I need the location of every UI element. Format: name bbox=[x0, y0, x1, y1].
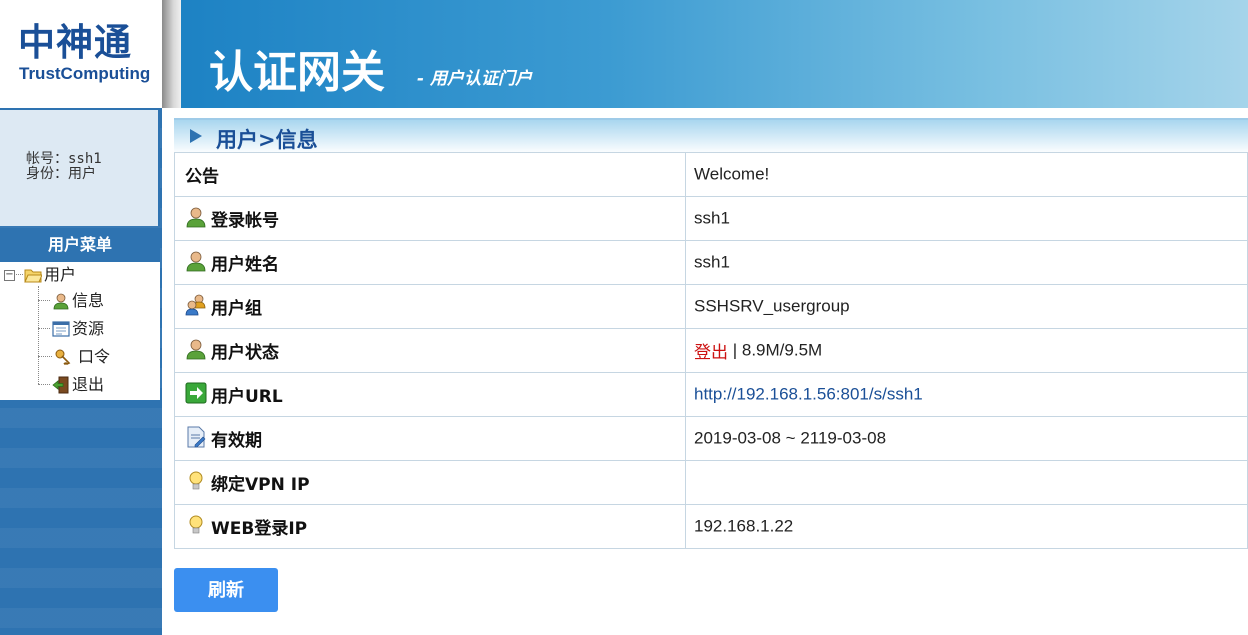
tree-line bbox=[38, 300, 50, 301]
user-info-table: 公告 Welcome! 登录帐号 ssh1 用户姓名 ssh1 用户组 SSHS… bbox=[174, 152, 1248, 549]
window-icon bbox=[52, 320, 70, 337]
refresh-button[interactable]: 刷新 bbox=[174, 568, 278, 612]
play-arrow-icon bbox=[190, 129, 202, 143]
menu-item-label: 退出 bbox=[72, 374, 105, 394]
row-value: 登出 | 8.9M/9.5M bbox=[685, 328, 1248, 373]
menu-tree: − 用户 信息 资源 口令 退出 bbox=[0, 262, 160, 400]
table-row: 用户状态 登出 | 8.9M/9.5M bbox=[174, 328, 1248, 373]
section-title: 用户>信息 bbox=[216, 128, 318, 152]
tree-line bbox=[38, 328, 50, 329]
menu-item-label: 口令 bbox=[78, 346, 111, 366]
menu-root-user[interactable]: 用户 bbox=[24, 262, 76, 286]
logout-link[interactable]: 登出 bbox=[694, 343, 728, 362]
user-group-icon bbox=[185, 294, 206, 315]
header-divider bbox=[162, 0, 181, 108]
row-label: 绑定VPN IP bbox=[174, 460, 686, 505]
lightbulb-icon bbox=[189, 471, 203, 489]
menu-title: 用户菜单 bbox=[0, 228, 160, 262]
row-label: 公告 bbox=[174, 152, 686, 197]
key-icon bbox=[55, 349, 71, 365]
collapse-toggle-icon[interactable]: − bbox=[4, 270, 15, 281]
table-row: 登录帐号 ssh1 bbox=[174, 196, 1248, 241]
user-icon bbox=[53, 293, 69, 309]
tree-line bbox=[38, 356, 52, 357]
user-url-link[interactable]: http://192.168.1.56:801/s/ssh1 bbox=[694, 385, 923, 404]
row-label: 用户姓名 bbox=[174, 240, 686, 285]
quota-usage: 8.9M/9.5M bbox=[741, 340, 823, 360]
account-panel: 帐号：ssh1 身份：用户 bbox=[0, 110, 160, 226]
status-separator: | bbox=[728, 340, 742, 360]
menu-item-label: 资源 bbox=[72, 318, 105, 338]
row-label: WEB登录IP bbox=[174, 504, 686, 549]
row-value: SSHSRV_usergroup bbox=[685, 284, 1248, 329]
menu-item-password[interactable]: 口令 bbox=[54, 344, 110, 368]
logo-chinese-text: 中神通 bbox=[18, 20, 132, 64]
row-label: 用户组 bbox=[174, 284, 686, 329]
row-label: 用户URL bbox=[174, 372, 686, 417]
menu-root-label: 用户 bbox=[44, 264, 77, 284]
table-row: 公告 Welcome! bbox=[174, 152, 1248, 197]
row-value: ssh1 bbox=[685, 240, 1248, 285]
row-label: 登录帐号 bbox=[174, 196, 686, 241]
header-banner: 认证网关 - 用户认证门户 bbox=[181, 0, 1248, 108]
user-icon bbox=[186, 339, 206, 359]
table-row: 用户姓名 ssh1 bbox=[174, 240, 1248, 285]
page-title: 认证网关 bbox=[209, 47, 385, 98]
row-value: http://192.168.1.56:801/s/ssh1 bbox=[685, 372, 1248, 417]
logo-english-text: TrustComputing bbox=[19, 64, 151, 83]
user-icon bbox=[186, 251, 206, 271]
table-row: 用户URL http://192.168.1.56:801/s/ssh1 bbox=[174, 372, 1248, 417]
lightbulb-icon bbox=[189, 515, 203, 533]
menu-item-info[interactable]: 信息 bbox=[52, 288, 104, 312]
user-icon bbox=[186, 207, 206, 227]
folder-open-icon bbox=[24, 269, 42, 282]
account-id: 帐号：ssh1 bbox=[26, 151, 102, 167]
table-row: 用户组 SSHSRV_usergroup bbox=[174, 284, 1248, 329]
green-arrow-icon bbox=[185, 382, 207, 403]
page-subtitle: - 用户认证门户 bbox=[417, 69, 532, 89]
row-value: ssh1 bbox=[685, 196, 1248, 241]
exit-door-icon bbox=[52, 376, 69, 393]
sidebar: 帐号：ssh1 身份：用户 用户菜单 − 用户 信息 资源 口令 退出 bbox=[0, 108, 162, 635]
table-row: WEB登录IP 192.168.1.22 bbox=[174, 504, 1248, 549]
table-row: 有效期 2019-03-08 ~ 2119-03-08 bbox=[174, 416, 1248, 461]
row-label: 有效期 bbox=[174, 416, 686, 461]
menu-item-logout[interactable]: 退出 bbox=[52, 372, 104, 396]
menu-item-resources[interactable]: 资源 bbox=[52, 316, 104, 340]
account-role: 身份：用户 bbox=[26, 166, 96, 182]
row-value: Welcome! bbox=[685, 152, 1248, 197]
row-label: 用户状态 bbox=[174, 328, 686, 373]
row-value bbox=[685, 460, 1248, 505]
table-row: 绑定VPN IP bbox=[174, 460, 1248, 505]
menu-item-label: 信息 bbox=[72, 290, 105, 310]
logo: 中神通 TrustComputing bbox=[0, 0, 162, 108]
tree-line bbox=[38, 384, 50, 385]
row-value: 192.168.1.22 bbox=[685, 504, 1248, 549]
document-icon bbox=[187, 426, 206, 447]
section-header: 用户>信息 bbox=[174, 118, 1248, 154]
row-value: 2019-03-08 ~ 2119-03-08 bbox=[685, 416, 1248, 461]
